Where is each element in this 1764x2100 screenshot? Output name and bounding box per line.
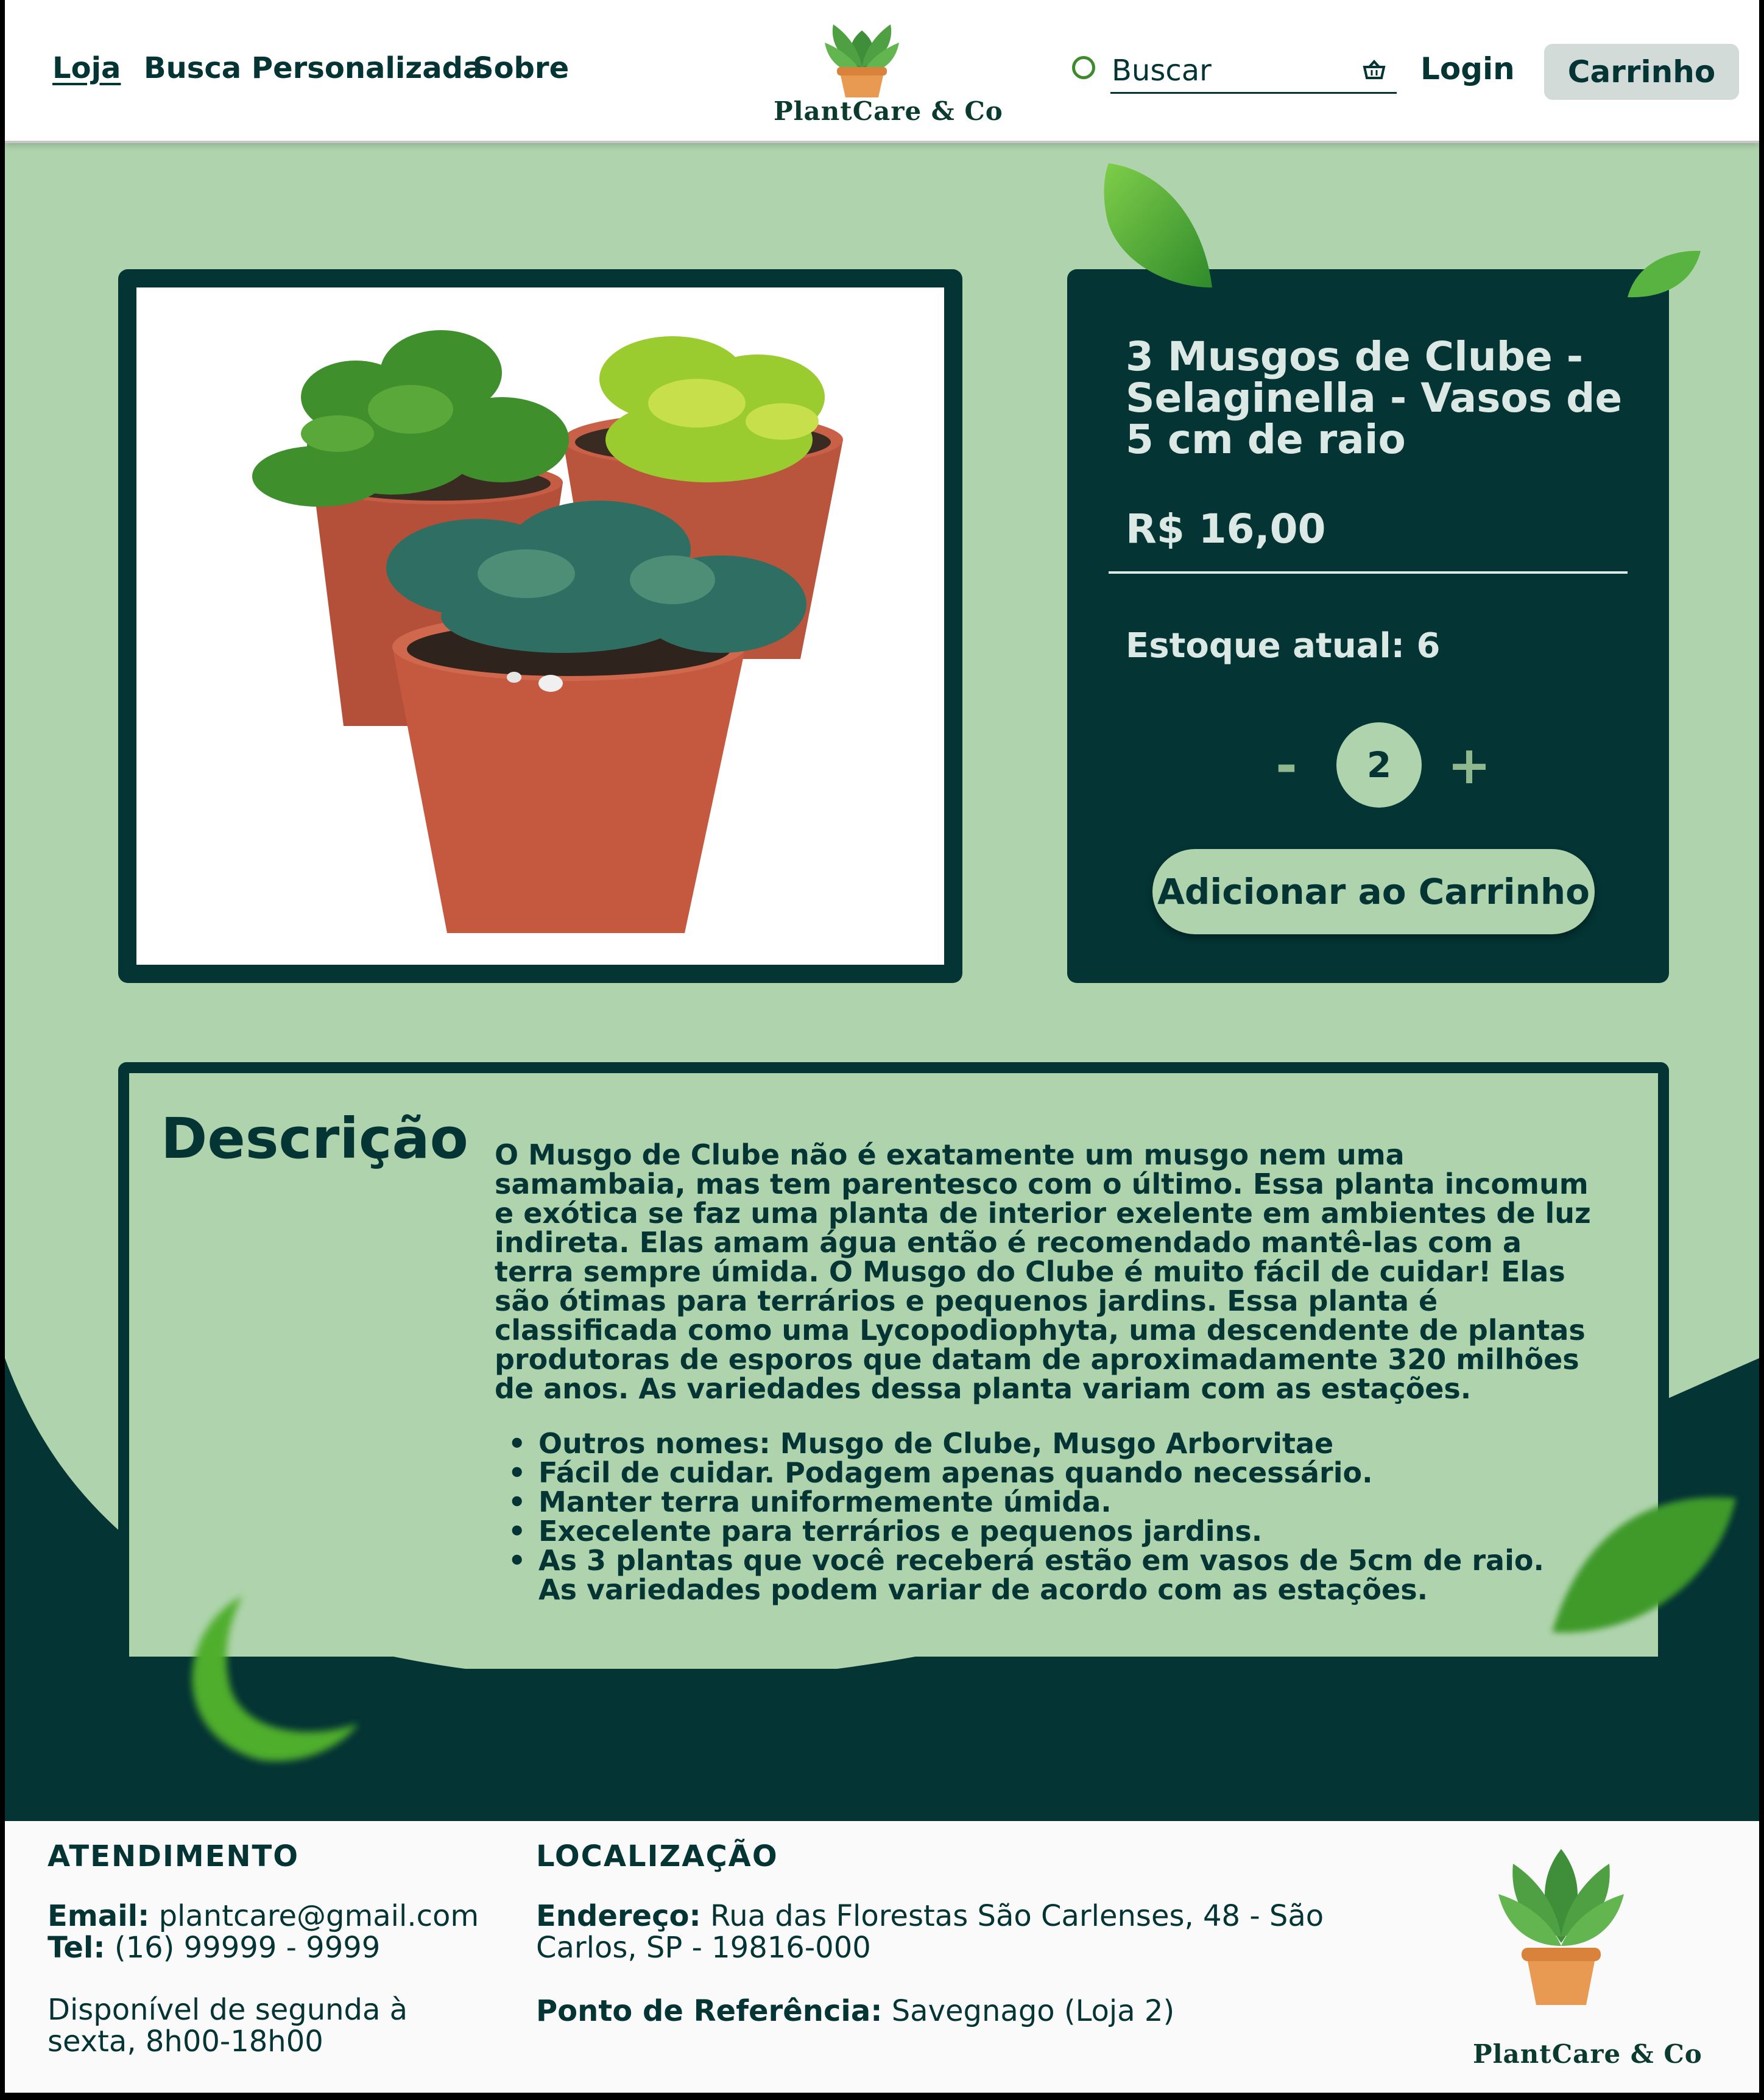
list-item: Execelente para terrários e pequenos jar…: [495, 1517, 1591, 1546]
site-header: Loja Busca Personalizada Sobre PlantCare…: [5, 0, 1759, 143]
page: Loja Busca Personalizada Sobre PlantCare…: [5, 0, 1759, 2093]
tel-label: Tel:: [48, 1931, 105, 1965]
quantity-increase-button[interactable]: +: [1445, 738, 1494, 793]
add-to-cart-button[interactable]: Adicionar ao Carrinho: [1152, 849, 1595, 934]
leaf-decoration-icon: [192, 1596, 358, 1761]
nav-loja[interactable]: Loja: [52, 51, 121, 85]
footer-email: Email: plantcare@gmail.com: [48, 1900, 479, 1932]
footer-tel: Tel: (16) 99999 - 9999: [48, 1932, 380, 1964]
footer-localizacao-heading: LOCALIZAÇÃO: [536, 1839, 778, 1873]
basket-icon[interactable]: [1362, 60, 1386, 80]
description-list: Outros nomes: Musgo de Clube, Musgo Arbo…: [495, 1429, 1591, 1604]
cart-button[interactable]: Carrinho: [1544, 44, 1739, 100]
logo-text: PlantCare & Co: [774, 96, 1003, 126]
stock-label: Estoque atual: 6: [1126, 626, 1441, 666]
site-logo[interactable]: PlantCare & Co: [774, 6, 1003, 134]
footer-atendimento-heading: ATENDIMENTO: [48, 1839, 300, 1873]
price-divider: [1109, 571, 1628, 574]
reference-label: Ponto de Referência:: [536, 1994, 883, 2028]
list-item: Outros nomes: Musgo de Clube, Musgo Arbo…: [495, 1429, 1591, 1458]
login-link[interactable]: Login: [1420, 51, 1515, 86]
search-icon: [1072, 56, 1095, 79]
leaf-decoration-icon: [1104, 163, 1212, 287]
list-item: As 3 plantas que você receberá estão em …: [495, 1546, 1591, 1604]
tel-value: (16) 99999 - 9999: [114, 1931, 381, 1965]
nav-sobre[interactable]: Sobre: [473, 51, 569, 85]
potted-plant-logo-icon: [825, 24, 899, 97]
list-item: Fácil de cuidar. Podagem apenas quando n…: [495, 1458, 1591, 1487]
description-section: Descrição O Musgo de Clube não é exatame…: [118, 1062, 1669, 1657]
search-input[interactable]: [1110, 49, 1397, 94]
email-value[interactable]: plantcare@gmail.com: [159, 1899, 479, 1933]
quantity-decrease-button[interactable]: -: [1262, 738, 1311, 793]
potted-plant-logo-icon: [1498, 1849, 1624, 2005]
product-image-frame: [118, 269, 962, 983]
description-heading: Descrição: [161, 1106, 468, 1171]
leaf-decoration-icon: [1628, 250, 1701, 298]
description-text: O Musgo de Clube não é exatamente um mus…: [495, 1138, 1591, 1405]
product-info-card: 3 Musgos de Clube - Selaginella - Vasos …: [1067, 269, 1669, 983]
list-item: Manter terra uniformemente úmida.: [495, 1487, 1591, 1517]
reference-value: Savegnago (Loja 2): [891, 1994, 1175, 2028]
address-label: Endereço:: [536, 1899, 701, 1933]
footer-logo-text: PlantCare & Co: [1473, 2039, 1702, 2069]
site-footer: ATENDIMENTO Email: plantcare@gmail.com T…: [5, 1821, 1759, 2093]
footer-reference: Ponto de Referência: Savegnago (Loja 2): [536, 1995, 1174, 2027]
quantity-value: 2: [1336, 722, 1422, 808]
product-image: [136, 287, 944, 965]
potted-moss-photo: [252, 330, 843, 933]
footer-address: Endereço: Rua das Florestas São Carlense…: [536, 1900, 1377, 1964]
footer-hours: Disponível de segunda à sexta, 8h00-18h0…: [48, 1993, 408, 2059]
email-label: Email:: [48, 1899, 150, 1933]
nav-busca-personalizada[interactable]: Busca Personalizada: [144, 51, 482, 85]
leaf-decoration-icon: [1552, 1497, 1736, 1633]
product-price: R$ 16,00: [1126, 506, 1326, 552]
footer-logo: PlantCare & Co: [1473, 1845, 1702, 2071]
product-title: 3 Musgos de Clube - Selaginella - Vasos …: [1126, 333, 1623, 463]
